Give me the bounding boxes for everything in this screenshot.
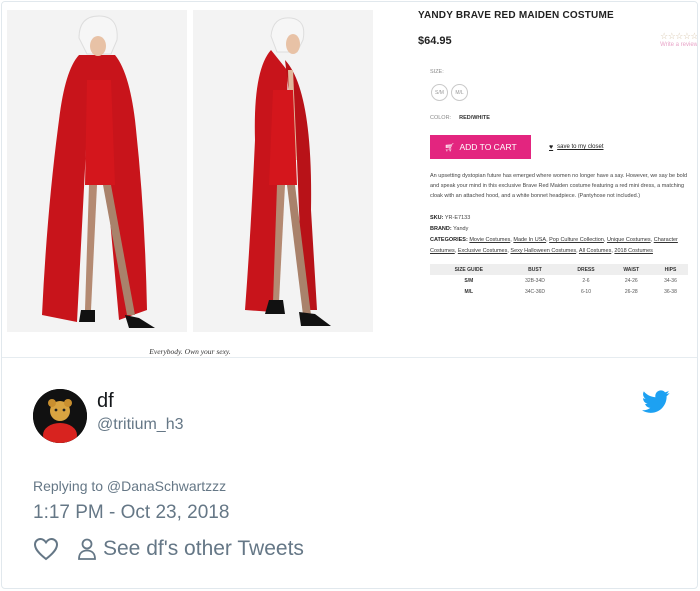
save-to-closet-label: save to my closet bbox=[557, 144, 604, 150]
product-photo-front bbox=[7, 10, 187, 332]
replying-to[interactable]: Replying to @DanaSchwartzzz bbox=[33, 478, 226, 494]
brand-value: Yandy bbox=[453, 226, 469, 232]
table-cell: 32B-34D bbox=[525, 277, 545, 284]
category-link[interactable]: Exclusive Costumes bbox=[458, 248, 508, 254]
sku-label: SKU: bbox=[430, 215, 444, 221]
size-guide-header-cell: WAIST bbox=[609, 264, 653, 275]
size-option-sm[interactable]: S/M bbox=[431, 84, 448, 101]
table-cell: 6-10 bbox=[580, 288, 591, 295]
product-price: $64.95 bbox=[418, 35, 452, 47]
category-link[interactable]: Movie Costumes bbox=[469, 237, 510, 243]
product-panel: YANDY BRAVE RED MAIDEN COSTUME $64.95 ☆☆… bbox=[418, 10, 698, 297]
color-value: RED/WHITE bbox=[459, 115, 490, 121]
size-option-ml[interactable]: M/L bbox=[451, 84, 468, 101]
categories-line: CATEGORIES: Movie Costumes, Made In USA,… bbox=[430, 237, 678, 254]
heart-icon: ♥ bbox=[549, 143, 554, 151]
cart-row: 🛒︎ ADD TO CART ♥ save to my closet bbox=[430, 135, 697, 159]
table-cell: M/L bbox=[464, 288, 474, 295]
categories-label: CATEGORIES: bbox=[430, 237, 468, 243]
brand-line: BRAND: Yandy bbox=[430, 224, 688, 235]
category-link[interactable]: 2018 Costumes bbox=[614, 248, 653, 254]
add-to-cart-label: ADD TO CART bbox=[459, 142, 517, 152]
table-cell: 2-6 bbox=[582, 277, 590, 284]
size-label: SIZE: bbox=[430, 69, 444, 75]
twitter-bird-icon[interactable] bbox=[642, 390, 670, 414]
table-cell: 36-38 bbox=[664, 288, 677, 295]
image-caption: Everybody. Own your sexy. bbox=[149, 347, 231, 356]
add-to-cart-button[interactable]: 🛒︎ ADD TO CART bbox=[430, 135, 531, 159]
user-handle[interactable]: @tritium_h3 bbox=[97, 416, 184, 434]
sku-value: YR-E7133 bbox=[444, 215, 471, 221]
size-guide-header-cell: BUST bbox=[507, 264, 563, 275]
category-link[interactable]: Unique Costumes bbox=[607, 237, 651, 243]
table-cell: 24-26 bbox=[624, 277, 638, 284]
table-row: S/M 32B-34D 2-6 24-26 34-36 bbox=[430, 275, 688, 286]
tweet-timestamp[interactable]: 1:17 PM - Oct 23, 2018 bbox=[33, 502, 229, 524]
category-link[interactable]: All Costumes bbox=[579, 248, 611, 254]
sku-line: SKU: YR-E7133 bbox=[430, 213, 688, 224]
brand-label: BRAND: bbox=[430, 226, 452, 232]
cart-icon: 🛒︎ bbox=[444, 142, 455, 152]
tweet-card: Everybody. Own your sexy. YANDY BRAVE RE… bbox=[1, 1, 698, 589]
see-other-tweets-label: See df's other Tweets bbox=[103, 537, 304, 560]
category-link[interactable]: Pop Culture Collection bbox=[549, 237, 604, 243]
avatar[interactable] bbox=[33, 389, 87, 443]
color-row: COLOR: RED/WHITE bbox=[430, 115, 697, 121]
table-cell: 34C-36D bbox=[524, 288, 545, 295]
save-to-closet-link[interactable]: ♥ save to my closet bbox=[549, 144, 604, 151]
size-guide-header-cell: SIZE GUIDE bbox=[430, 264, 508, 275]
table-row: M/L 34C-36D 6-10 26-28 36-38 bbox=[430, 286, 688, 297]
tweet-actions: See df's other Tweets bbox=[33, 537, 304, 561]
person-icon bbox=[78, 538, 96, 560]
size-guide-header: SIZE GUIDE BUST DRESS WAIST HIPS bbox=[430, 264, 688, 275]
size-guide-header-cell: DRESS bbox=[562, 264, 610, 275]
size-options: S/M M/L bbox=[431, 84, 697, 101]
table-cell: 26-28 bbox=[624, 288, 638, 295]
display-name[interactable]: df bbox=[97, 390, 114, 413]
size-guide-header-cell: HIPS bbox=[652, 264, 688, 275]
tweet-media-image[interactable]: Everybody. Own your sexy. YANDY BRAVE RE… bbox=[2, 2, 698, 358]
product-photo-side bbox=[193, 10, 373, 332]
heart-outline-icon[interactable] bbox=[33, 537, 59, 561]
size-guide-table: SIZE GUIDE BUST DRESS WAIST HIPS S/M 32B… bbox=[430, 264, 688, 297]
product-description: An upsetting dystopian future has emerge… bbox=[430, 173, 688, 199]
table-cell: S/M bbox=[464, 277, 474, 284]
category-link[interactable]: Made In USA bbox=[513, 237, 546, 243]
price-row: $64.95 ☆☆☆☆☆ Write a review bbox=[418, 31, 698, 53]
table-cell: 34-36 bbox=[664, 277, 677, 284]
product-meta: SKU: YR-E7133 BRAND: Yandy CATEGORIES: M… bbox=[430, 213, 688, 257]
product-title: YANDY BRAVE RED MAIDEN COSTUME bbox=[418, 10, 614, 21]
category-link[interactable]: Sexy Halloween Costumes bbox=[510, 248, 576, 254]
rating-stars: ☆☆☆☆☆ bbox=[660, 31, 698, 41]
color-label: COLOR: bbox=[430, 115, 452, 121]
write-review-link[interactable]: Write a review bbox=[660, 42, 697, 48]
see-other-tweets-link[interactable]: See df's other Tweets bbox=[77, 537, 304, 561]
